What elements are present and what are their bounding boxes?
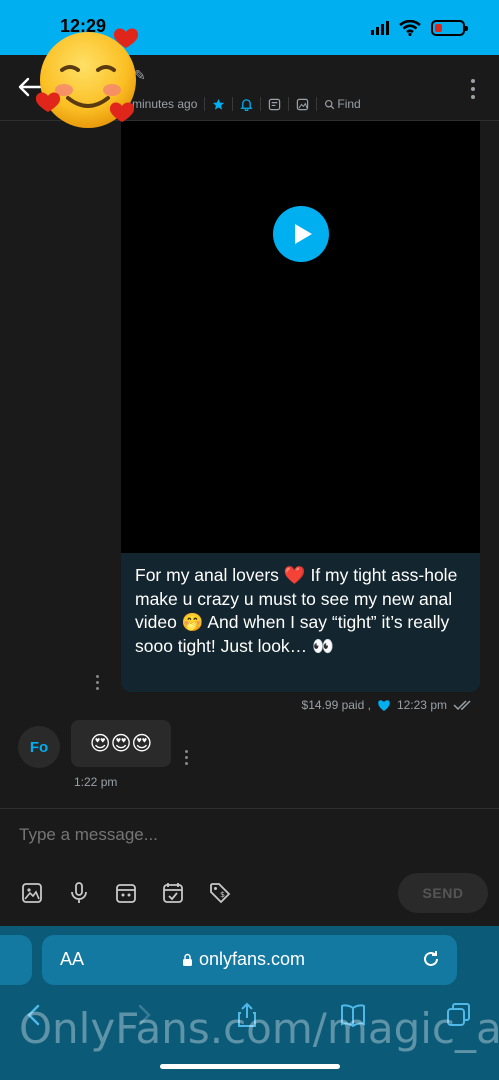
message-input[interactable] bbox=[19, 825, 439, 845]
status-icons bbox=[371, 20, 468, 36]
star-icon[interactable] bbox=[212, 98, 225, 111]
url-text: onlyfans.com bbox=[199, 949, 306, 969]
incoming-bubble: 😍😍😍 bbox=[71, 720, 171, 767]
avatar[interactable]: Fo bbox=[18, 726, 60, 768]
cellular-signal-icon bbox=[371, 21, 389, 35]
reload-icon[interactable] bbox=[421, 949, 441, 969]
lock-icon bbox=[183, 953, 192, 966]
send-button[interactable]: SEND bbox=[398, 873, 488, 913]
play-button[interactable] bbox=[273, 206, 329, 262]
image-icon[interactable] bbox=[296, 98, 309, 111]
bell-icon[interactable] bbox=[240, 98, 254, 111]
image-upload-icon[interactable] bbox=[20, 881, 44, 905]
schedule-icon[interactable] bbox=[161, 881, 185, 905]
battery-icon bbox=[431, 20, 468, 36]
wifi-icon bbox=[399, 20, 421, 36]
smiling-face-sticker bbox=[35, 28, 139, 128]
microphone-icon[interactable] bbox=[67, 881, 91, 905]
address-bar[interactable]: AA onlyfans.com bbox=[42, 935, 457, 985]
home-indicator[interactable] bbox=[160, 1064, 340, 1069]
message-price: $14.99 paid , bbox=[301, 698, 371, 712]
url-display[interactable]: onlyfans.com bbox=[182, 949, 305, 970]
vault-icon[interactable] bbox=[114, 881, 138, 905]
find-button[interactable]: Find bbox=[324, 97, 361, 111]
note-icon[interactable] bbox=[268, 98, 281, 111]
more-options-icon[interactable] bbox=[471, 79, 475, 99]
watermark: OnlyFans.com/magic_alice bbox=[19, 1004, 499, 1053]
incoming-options-icon[interactable] bbox=[185, 750, 188, 765]
message-time: 12:23 pm bbox=[396, 698, 447, 712]
previous-tab[interactable] bbox=[0, 935, 32, 985]
reader-options-button[interactable]: AA bbox=[60, 949, 84, 970]
message-composer: $ SEND bbox=[0, 808, 499, 926]
search-icon bbox=[325, 99, 335, 109]
message-meta: $14.99 paid , 12:23 pm bbox=[302, 698, 475, 712]
price-tag-icon[interactable]: $ bbox=[208, 881, 232, 905]
svg-text:$: $ bbox=[220, 890, 225, 899]
browser-bar: AA onlyfans.com bbox=[0, 926, 499, 1080]
header-subtitle: minutes ago Find bbox=[132, 97, 361, 111]
outgoing-message-text: For my anal lovers ❤️ If my tight ass-ho… bbox=[121, 553, 480, 692]
find-label: Find bbox=[337, 97, 361, 111]
video-message[interactable] bbox=[121, 121, 480, 553]
double-check-icon bbox=[453, 700, 471, 711]
incoming-time: 1:22 pm bbox=[74, 775, 118, 789]
composer-tools: $ bbox=[20, 881, 232, 905]
message-options-icon[interactable] bbox=[96, 675, 99, 690]
heart-icon[interactable] bbox=[377, 699, 391, 712]
